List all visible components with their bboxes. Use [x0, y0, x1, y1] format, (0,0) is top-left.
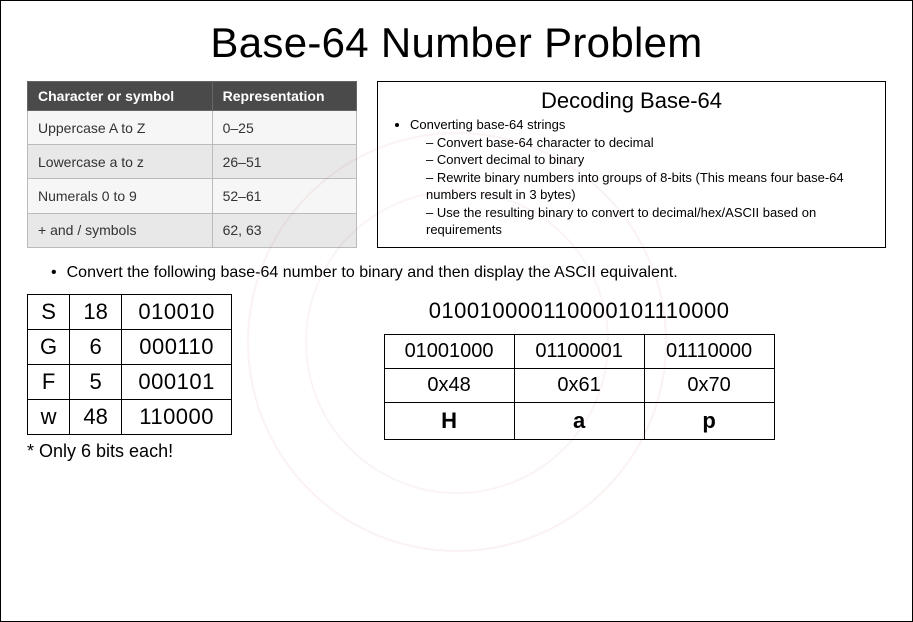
bullet-icon: • [51, 264, 57, 281]
conv-dec: 5 [70, 364, 122, 399]
conversion-table: S 18 010010 G 6 000110 F 5 000101 w 48 [27, 294, 232, 435]
byte-cell: 01100001 [514, 334, 644, 368]
ascii-cell: H [384, 402, 514, 439]
base64-mapping-table: Character or symbol Representation Upper… [27, 81, 357, 248]
hex-cell: 0x61 [514, 368, 644, 402]
result-block: 010010000110000101110000 01001000 011000… [272, 294, 886, 440]
map-header-rep: Representation [212, 82, 356, 111]
top-row: Character or symbol Representation Upper… [27, 81, 886, 248]
decoding-step: Convert base-64 character to decimal [426, 134, 871, 152]
decoding-step: Use the resulting binary to convert to d… [426, 204, 871, 239]
conv-bin: 000101 [122, 364, 232, 399]
conversion-block: S 18 010010 G 6 000110 F 5 000101 w 48 [27, 294, 232, 462]
map-cell: 0–25 [212, 111, 356, 145]
table-row: w 48 110000 [28, 399, 232, 434]
conv-char: F [28, 364, 70, 399]
result-table: 01001000 01100001 01110000 0x48 0x61 0x7… [384, 334, 775, 440]
table-row: 01001000 01100001 01110000 [384, 334, 774, 368]
table-row: 0x48 0x61 0x70 [384, 368, 774, 402]
table-row: Uppercase A to Z 0–25 [28, 111, 357, 145]
map-cell: Lowercase a to z [28, 145, 213, 179]
instruction-line: • Convert the following base-64 number to… [51, 264, 882, 282]
conv-dec: 18 [70, 294, 122, 329]
conversion-footnote: * Only 6 bits each! [27, 441, 232, 462]
conv-dec: 6 [70, 329, 122, 364]
table-row: Numerals 0 to 9 52–61 [28, 179, 357, 213]
conv-char: G [28, 329, 70, 364]
hex-cell: 0x48 [384, 368, 514, 402]
slide: Base-64 Number Problem Character or symb… [0, 0, 913, 622]
table-row: + and / symbols 62, 63 [28, 213, 357, 247]
conv-char: S [28, 294, 70, 329]
table-row: Lowercase a to z 26–51 [28, 145, 357, 179]
map-header-char: Character or symbol [28, 82, 213, 111]
table-row: F 5 000101 [28, 364, 232, 399]
conv-char: w [28, 399, 70, 434]
map-cell: Uppercase A to Z [28, 111, 213, 145]
full-bitstring: 010010000110000101110000 [272, 298, 886, 324]
ascii-cell: a [514, 402, 644, 439]
map-cell: 52–61 [212, 179, 356, 213]
decoding-heading: Decoding Base-64 [392, 88, 871, 114]
conv-dec: 48 [70, 399, 122, 434]
map-cell: + and / symbols [28, 213, 213, 247]
map-cell: 62, 63 [212, 213, 356, 247]
map-cell: Numerals 0 to 9 [28, 179, 213, 213]
page-title: Base-64 Number Problem [27, 19, 886, 67]
conv-bin: 000110 [122, 329, 232, 364]
decoding-lead: Converting base-64 strings Convert base-… [410, 116, 871, 239]
decoding-list: Converting base-64 strings Convert base-… [392, 116, 871, 239]
instruction-text: Convert the following base-64 number to … [67, 264, 678, 281]
decoding-step: Rewrite binary numbers into groups of 8-… [426, 169, 871, 204]
decoding-lead-text: Converting base-64 strings [410, 117, 565, 132]
ascii-cell: p [644, 402, 774, 439]
conv-bin: 110000 [122, 399, 232, 434]
map-cell: 26–51 [212, 145, 356, 179]
byte-cell: 01001000 [384, 334, 514, 368]
table-row: G 6 000110 [28, 329, 232, 364]
bottom-row: S 18 010010 G 6 000110 F 5 000101 w 48 [27, 294, 886, 462]
decoding-panel: Decoding Base-64 Converting base-64 stri… [377, 81, 886, 248]
byte-cell: 01110000 [644, 334, 774, 368]
table-row: H a p [384, 402, 774, 439]
table-row: S 18 010010 [28, 294, 232, 329]
hex-cell: 0x70 [644, 368, 774, 402]
decoding-step: Convert decimal to binary [426, 151, 871, 169]
conv-bin: 010010 [122, 294, 232, 329]
